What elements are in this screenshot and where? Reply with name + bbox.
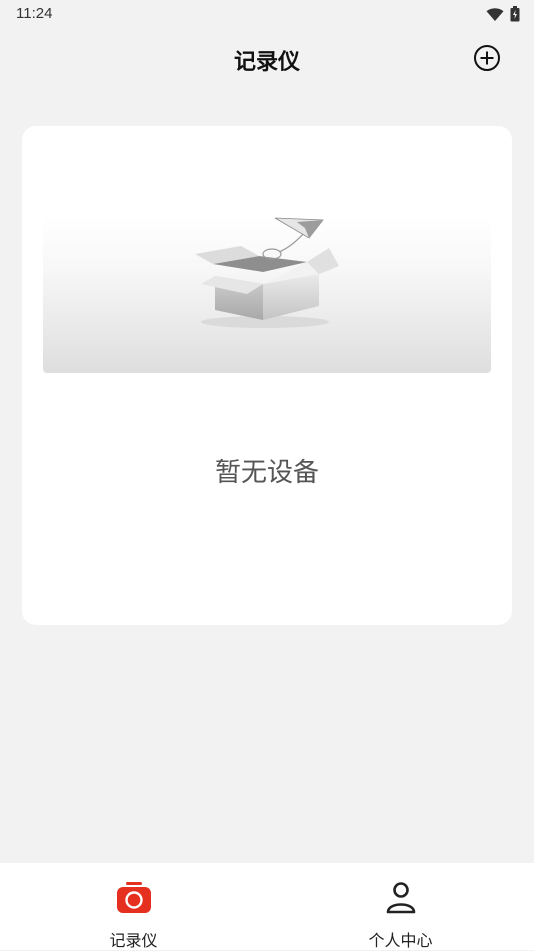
status-icons bbox=[486, 6, 520, 26]
nav-label-profile: 个人中心 bbox=[368, 931, 433, 950]
battery-icon bbox=[510, 6, 520, 26]
page-title: 记录仪 bbox=[233, 50, 300, 75]
nav-item-recorder[interactable]: 记录仪 bbox=[0, 863, 267, 950]
bottom-nav: 记录仪 个人中心 bbox=[0, 863, 534, 950]
wifi-icon bbox=[486, 7, 504, 26]
header: 记录仪 bbox=[0, 28, 534, 90]
nav-item-profile[interactable]: 个人中心 bbox=[267, 863, 534, 950]
empty-box-illustration bbox=[43, 216, 491, 373]
camera-icon bbox=[116, 881, 152, 915]
device-card: 暂无设备 bbox=[22, 126, 512, 625]
status-time: 11:24 bbox=[16, 5, 53, 22]
status-bar: 11:24 bbox=[0, 0, 534, 28]
add-circle-icon bbox=[474, 45, 500, 71]
empty-state-text: 暂无设备 bbox=[214, 458, 319, 488]
nav-label-recorder: 记录仪 bbox=[109, 931, 158, 950]
person-icon bbox=[383, 881, 419, 915]
add-device-button[interactable] bbox=[473, 44, 501, 72]
